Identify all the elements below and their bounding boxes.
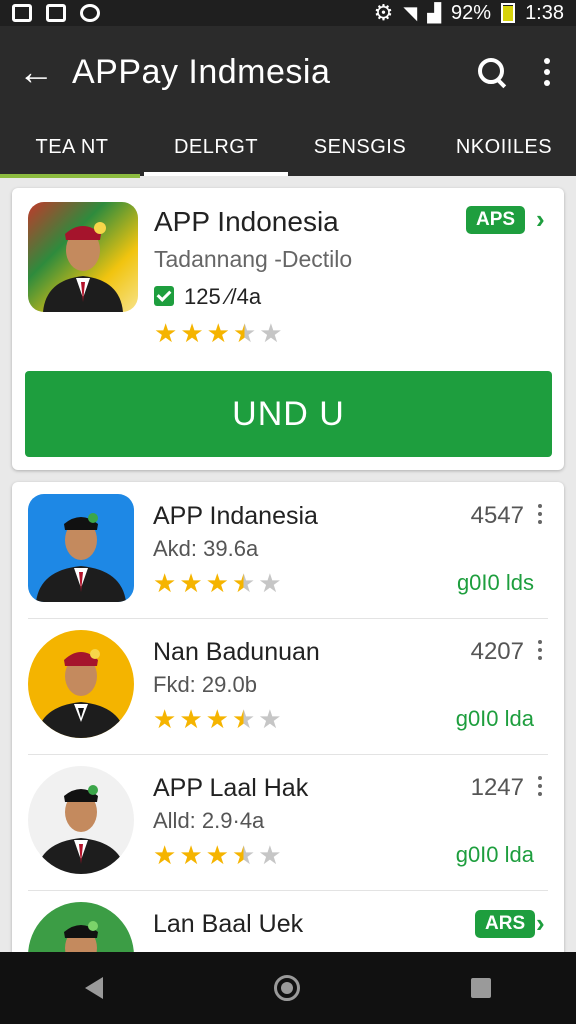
nav-home-icon[interactable] — [273, 975, 300, 1001]
app-subtitle: Fkd: 29.0b — [153, 672, 257, 697]
app-icon — [28, 630, 134, 738]
featured-app-icon — [28, 202, 138, 312]
person-avatar-icon — [43, 222, 123, 312]
list-item[interactable]: Nan Badunuan Fkd: 29.0b ★ ★ ★ ★ ★ 4207 g… — [12, 618, 564, 754]
install-button[interactable]: UND U — [25, 371, 552, 457]
star-half-icon: ★ — [232, 318, 257, 348]
star-icon: ★ — [205, 704, 229, 734]
nav-back-icon[interactable] — [85, 977, 104, 999]
tab-bar: TEA NT DELRGT SENSGIS NKOIILES — [0, 118, 576, 176]
star-half-icon: ★ — [231, 704, 256, 734]
star-empty-icon: ★ — [259, 318, 283, 348]
app-count: 4547 — [470, 502, 524, 529]
tab-2[interactable]: SENSGIS — [288, 118, 432, 176]
app-badge[interactable]: ARS — [475, 910, 536, 938]
person-avatar-icon — [36, 649, 126, 738]
app-downloads: g0I0 lda — [455, 842, 534, 867]
star-icon: ★ — [206, 318, 230, 348]
person-avatar-icon — [36, 785, 126, 874]
app-subtitle: Akd: 39.6a — [153, 536, 259, 561]
more-vert-icon[interactable] — [538, 776, 542, 796]
person-avatar-icon — [36, 513, 126, 602]
star-empty-icon: ★ — [258, 704, 282, 734]
star-half-icon: ★ — [231, 568, 256, 598]
app-downloads: g0I0 lds — [456, 570, 534, 595]
app-downloads: g0I0 lda — [455, 706, 534, 731]
app-title: APP Indanesia — [153, 502, 318, 530]
app-list: APP Indanesia Akd: 39.6a ★ ★ ★ ★ ★ 4547 … — [12, 482, 564, 962]
star-icon: ★ — [180, 318, 204, 348]
app-rating: ★ ★ ★ ★ ★ — [153, 706, 282, 732]
star-icon: ★ — [179, 840, 203, 870]
wifi-icon: ◥ — [403, 2, 418, 23]
settings-notification-icon — [80, 4, 100, 22]
gear-icon: ⚙ — [373, 0, 394, 25]
tab-indicator — [0, 174, 140, 178]
app-title: Lan Baal Uek — [153, 910, 304, 938]
system-nav-bar — [0, 952, 576, 1024]
star-icon: ★ — [179, 704, 203, 734]
tab-3[interactable]: NKOIILES — [432, 118, 576, 176]
star-icon: ★ — [205, 568, 229, 598]
notification-icon — [12, 4, 32, 22]
more-vert-icon[interactable] — [538, 640, 542, 660]
app-count: 1247 — [470, 774, 524, 801]
signal-icon: ▟ — [427, 2, 442, 23]
app-title: Nan Badunuan — [153, 638, 320, 666]
star-icon: ★ — [179, 568, 203, 598]
list-item[interactable]: APP Laal Hak Alld: 2.9·4a ★ ★ ★ ★ ★ 1247… — [12, 754, 564, 890]
chevron-right-icon[interactable]: › — [536, 204, 545, 235]
app-count: 4207 — [470, 638, 524, 665]
star-icon: ★ — [153, 840, 177, 870]
featured-badge[interactable]: APS — [466, 206, 526, 234]
more-vert-icon[interactable] — [538, 504, 542, 524]
featured-app-card[interactable]: APP Indonesia Tadannang -Dectilo 125 ⁄/4… — [12, 188, 564, 470]
status-bar: ⚙ ◥ ▟ 92% 1:38 — [0, 0, 576, 26]
battery-percent: 92% — [451, 1, 492, 24]
star-icon: ★ — [153, 568, 177, 598]
check-icon — [154, 286, 174, 306]
chevron-right-icon[interactable]: › — [536, 908, 545, 939]
page-title: APPay Indmesia — [72, 52, 331, 91]
tab-0[interactable]: TEA NT — [0, 118, 144, 176]
star-icon: ★ — [153, 704, 177, 734]
featured-app-count: 125 ⁄/4a — [184, 284, 262, 309]
star-icon: ★ — [205, 840, 229, 870]
battery-icon — [501, 3, 516, 23]
featured-app-title: APP Indonesia — [154, 206, 339, 237]
star-half-icon: ★ — [231, 840, 256, 870]
app-rating: ★ ★ ★ ★ ★ — [153, 570, 282, 596]
clock: 1:38 — [525, 1, 564, 24]
app-title: APP Laal Hak — [153, 774, 309, 802]
more-vert-icon[interactable] — [544, 58, 550, 86]
list-item[interactable]: APP Indanesia Akd: 39.6a ★ ★ ★ ★ ★ 4547 … — [12, 482, 564, 618]
app-rating: ★ ★ ★ ★ ★ — [153, 842, 282, 868]
nav-recent-icon[interactable] — [470, 978, 491, 998]
tab-1[interactable]: DELRGT — [144, 118, 288, 176]
star-icon: ★ — [154, 318, 178, 348]
sim-icon — [46, 4, 66, 22]
star-empty-icon: ★ — [258, 840, 282, 870]
search-icon[interactable] — [476, 56, 508, 88]
star-empty-icon: ★ — [258, 568, 282, 598]
app-bar: ← APPay Indmesia — [0, 26, 576, 118]
featured-rating: ★ ★ ★ ★ ★ — [154, 320, 283, 346]
featured-app-subtitle: Tadannang -Dectilo — [154, 246, 353, 272]
app-subtitle: Alld: 2.9·4a — [153, 808, 265, 833]
app-icon — [28, 766, 134, 874]
back-arrow-icon[interactable]: ← — [0, 54, 72, 90]
app-icon — [28, 494, 134, 602]
